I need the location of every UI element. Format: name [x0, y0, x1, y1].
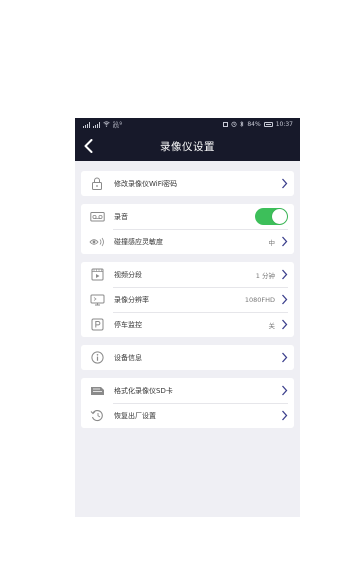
chevron-right-icon — [281, 269, 288, 280]
chevron-right-icon — [281, 319, 288, 330]
resolution-row[interactable]: 录像分辨率 1080FHD — [81, 287, 294, 312]
recorder-icon — [89, 210, 105, 224]
settings-group-wifi: 修改录像仪WiFi密码 — [81, 171, 294, 196]
parking-icon — [89, 318, 105, 332]
format-sd-row[interactable]: 格式化录像仪SD卡 — [81, 378, 294, 403]
video-segment-label: 视频分段 — [114, 270, 142, 279]
settings-group-device: 设备信息 — [81, 345, 294, 370]
chevron-right-icon — [281, 410, 288, 421]
factory-reset-label: 恢复出厂设置 — [114, 411, 156, 420]
audio-record-label: 录音 — [114, 212, 128, 221]
resolution-icon — [89, 293, 105, 307]
collision-sensitivity-row[interactable]: 碰撞感应灵敏度 中 — [81, 229, 294, 254]
collision-sensitivity-value: 中 — [268, 238, 276, 247]
video-segment-icon — [89, 268, 105, 282]
resolution-value: 1080FHD — [244, 295, 275, 304]
chevron-right-icon — [281, 294, 288, 305]
factory-reset-row[interactable]: 恢复出厂设置 — [81, 403, 294, 428]
audio-record-row: 录音 — [81, 204, 294, 229]
signal-icon — [83, 121, 90, 128]
signal-icon-2 — [93, 121, 100, 128]
lock-icon — [89, 177, 105, 191]
nfc-icon — [223, 122, 229, 127]
chevron-right-icon — [281, 385, 288, 396]
video-segment-row[interactable]: 视频分段 1 分钟 — [81, 262, 294, 287]
sensor-icon — [89, 235, 105, 249]
format-sd-label: 格式化录像仪SD卡 — [114, 386, 173, 395]
settings-group-video: 视频分段 1 分钟 录像分辨率 1080FHD 停车监控 关 — [81, 262, 294, 337]
resolution-label: 录像分辨率 — [114, 295, 149, 304]
parking-monitor-value: 关 — [268, 321, 276, 330]
device-info-row[interactable]: 设备信息 — [81, 345, 294, 370]
wifi-password-row[interactable]: 修改录像仪WiFi密码 — [81, 171, 294, 196]
status-right: 84% 10:37 — [223, 120, 293, 129]
settings-group-maintenance: 格式化录像仪SD卡 恢复出厂设置 — [81, 378, 294, 428]
chevron-right-icon — [281, 352, 288, 363]
net-speed: 50.9 K/s — [113, 120, 122, 129]
toggle-knob — [272, 209, 287, 224]
status-bar: 50.9 K/s 84% 10:37 — [75, 118, 300, 131]
wifi-icon — [103, 120, 110, 129]
chevron-right-icon — [281, 178, 288, 189]
wifi-password-label: 修改录像仪WiFi密码 — [114, 179, 178, 188]
audio-record-toggle[interactable] — [255, 208, 288, 225]
alarm-icon — [231, 121, 237, 129]
parking-monitor-label: 停车监控 — [114, 320, 142, 329]
parking-monitor-row[interactable]: 停车监控 关 — [81, 312, 294, 337]
app-screen: 50.9 K/s 84% 10:37 录像仪设置 修改录像仪WiFi密码 录音 … — [75, 118, 300, 517]
battery-percent: 84% — [247, 121, 261, 128]
settings-group-recording: 录音 碰撞感应灵敏度 中 — [81, 204, 294, 254]
chevron-left-icon — [84, 139, 92, 153]
status-left: 50.9 K/s — [83, 120, 122, 129]
device-info-label: 设备信息 — [114, 353, 142, 362]
battery-icon — [263, 122, 273, 127]
back-button[interactable] — [81, 138, 95, 154]
restore-icon — [89, 409, 105, 423]
bluetooth-icon — [240, 120, 244, 129]
collision-sensitivity-label: 碰撞感应灵敏度 — [114, 237, 163, 246]
header-bar: 录像仪设置 — [75, 131, 300, 161]
info-icon — [89, 351, 105, 365]
sd-card-icon — [89, 384, 105, 398]
chevron-right-icon — [281, 236, 288, 247]
video-segment-value: 1 分钟 — [255, 271, 275, 280]
page-title: 录像仪设置 — [160, 140, 215, 153]
status-time: 10:37 — [275, 121, 293, 128]
